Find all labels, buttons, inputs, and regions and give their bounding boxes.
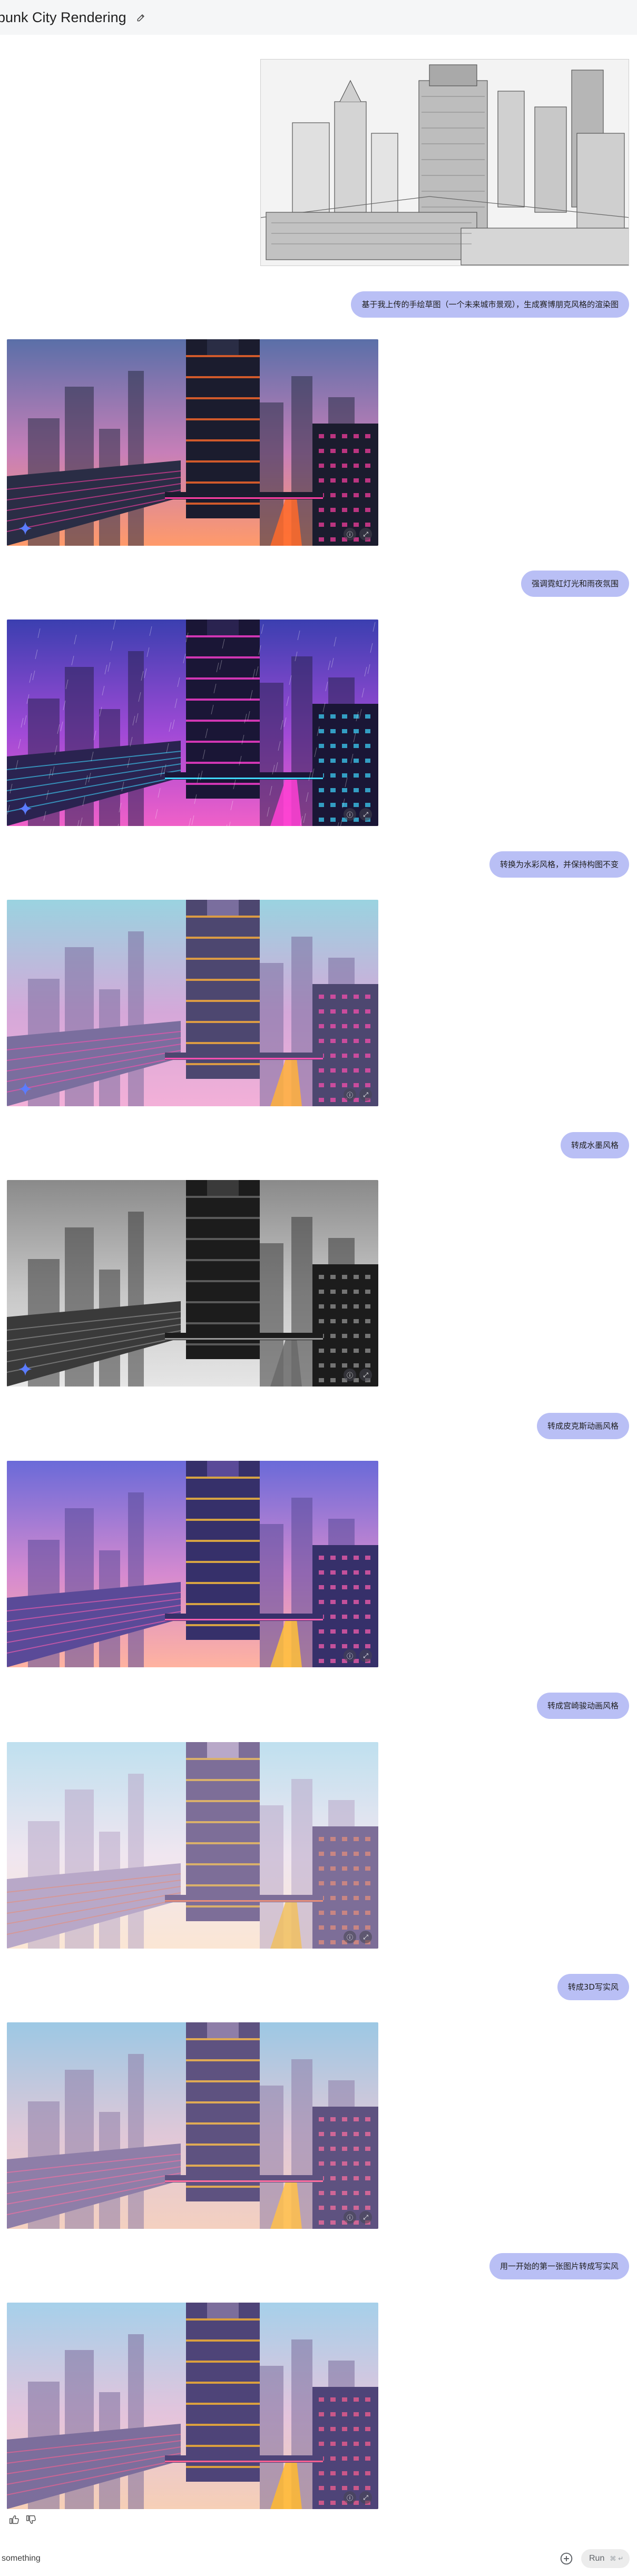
run-shortcut-hint: ⌘ ↵	[610, 2555, 624, 2562]
generated-image[interactable]: ⓘ ⤢	[7, 2303, 378, 2509]
city-illustration	[7, 1180, 378, 1387]
user-prompt-bubble: 用一开始的第一张图片转成写实风	[489, 2253, 629, 2279]
expand-icon[interactable]: ⤢	[359, 1369, 372, 1381]
page-title: rpunk City Rendering	[0, 9, 126, 25]
pencil-icon[interactable]	[136, 12, 146, 23]
generated-image[interactable]: ⓘ ⤢	[7, 900, 378, 1106]
info-icon[interactable]: ⓘ	[344, 1931, 356, 1943]
user-prompt-bubble: 强调霓虹灯光和雨夜氛围	[521, 571, 629, 597]
info-icon[interactable]: ⓘ	[344, 1369, 356, 1381]
top-bar: rpunk City Rendering	[0, 0, 637, 35]
info-icon[interactable]: ⓘ	[344, 528, 356, 540]
expand-icon[interactable]: ⤢	[359, 1088, 372, 1101]
info-icon[interactable]: ⓘ	[344, 2211, 356, 2224]
city-illustration	[7, 900, 378, 1106]
prompt-input[interactable]	[0, 2551, 537, 2567]
generated-image[interactable]: ⓘ ⤢	[7, 1461, 378, 1667]
sparkle-icon	[18, 802, 32, 815]
add-circle-icon[interactable]	[560, 2552, 573, 2565]
composer-bar: Run ⌘ ↵	[0, 2541, 637, 2576]
user-prompt-bubble: 转成皮克斯动画风格	[536, 1413, 629, 1439]
city-illustration	[7, 1742, 378, 1949]
city-illustration	[7, 620, 378, 826]
uploaded-sketch-image[interactable]	[260, 59, 629, 266]
info-icon[interactable]: ⓘ	[344, 1088, 356, 1101]
user-prompt-bubble: 转成水墨风格	[560, 1132, 629, 1158]
expand-icon[interactable]: ⤢	[359, 2491, 372, 2504]
city-illustration	[7, 2303, 378, 2509]
expand-icon[interactable]: ⤢	[359, 2211, 372, 2224]
sparkle-icon	[18, 1082, 32, 1096]
expand-icon[interactable]: ⤢	[359, 1931, 372, 1943]
generated-image[interactable]: ⓘ ⤢	[7, 339, 378, 546]
sketch-drawing	[261, 60, 629, 266]
user-prompt-bubble: 基于我上传的手绘草图（一个未来城市景观），生成赛博朋克风格的渲染图	[351, 291, 629, 318]
run-button-label: Run	[589, 2554, 605, 2563]
feedback-reactions	[8, 2514, 37, 2525]
thumbs-down-icon[interactable]	[25, 2514, 37, 2525]
generated-image[interactable]: ⓘ ⤢	[7, 620, 378, 826]
thumbs-up-icon[interactable]	[8, 2514, 20, 2525]
generated-image[interactable]: ⓘ ⤢	[7, 1180, 378, 1387]
city-illustration	[7, 2022, 378, 2229]
info-icon[interactable]: ⓘ	[344, 1649, 356, 1662]
sparkle-icon	[18, 1362, 32, 1376]
user-prompt-bubble: 转成3D写实风	[557, 1974, 629, 2000]
user-prompt-bubble: 转换为水彩风格，并保持构图不变	[489, 851, 629, 878]
info-icon[interactable]: ⓘ	[344, 808, 356, 821]
expand-icon[interactable]: ⤢	[359, 1649, 372, 1662]
expand-icon[interactable]: ⤢	[359, 808, 372, 821]
run-button[interactable]: Run ⌘ ↵	[581, 2549, 630, 2568]
generated-image[interactable]: ⓘ ⤢	[7, 2022, 378, 2229]
city-illustration	[7, 339, 378, 546]
city-illustration	[7, 1461, 378, 1667]
sparkle-icon	[18, 522, 32, 535]
info-icon[interactable]: ⓘ	[344, 2491, 356, 2504]
user-prompt-bubble: 转成宫崎骏动画风格	[536, 1693, 629, 1719]
expand-icon[interactable]: ⤢	[359, 528, 372, 540]
generated-image[interactable]: ⓘ ⤢	[7, 1742, 378, 1949]
